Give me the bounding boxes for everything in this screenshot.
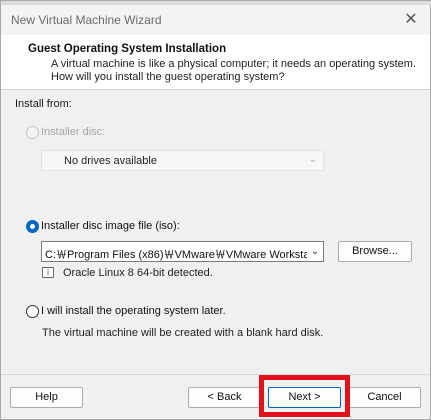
install-later-description: The virtual machine will be created with… xyxy=(42,327,324,339)
iso-image-label: Installer disc image file (iso): xyxy=(41,220,180,232)
next-button-highlight xyxy=(259,375,350,417)
cancel-button[interactable]: Cancel xyxy=(348,387,421,408)
chevron-down-icon: ⌄ xyxy=(308,154,317,165)
back-button[interactable]: < Back xyxy=(188,387,261,408)
page-title: Guest Operating System Installation xyxy=(28,43,227,55)
iso-path-value: C:￦Program Files (x86)￦VMware￦VMware Wor… xyxy=(45,249,315,261)
footer-divider xyxy=(1,374,430,375)
detected-os-text: Oracle Linux 8 64-bit detected. xyxy=(63,267,213,279)
install-later-label: I will install the operating system late… xyxy=(41,305,226,317)
page-description: A virtual machine is like a physical com… xyxy=(51,58,417,83)
install-from-label: Install from: xyxy=(15,98,72,110)
installer-disc-dropdown: No drives available ⌄ xyxy=(41,150,324,171)
info-icon: i xyxy=(42,267,54,278)
iso-path-combobox[interactable]: C:￦Program Files (x86)￦VMware￦VMware Wor… xyxy=(41,241,324,262)
wizard-window: New Virtual Machine Wizard ✕ Guest Opera… xyxy=(0,0,431,420)
wizard-header: Guest Operating System Installation A vi… xyxy=(1,35,430,90)
installer-disc-dropdown-value: No drives available xyxy=(64,155,157,167)
installer-disc-radio[interactable] xyxy=(26,126,39,139)
window-title: New Virtual Machine Wizard xyxy=(11,13,162,27)
install-later-radio[interactable] xyxy=(26,305,39,318)
browse-button[interactable]: Browse... xyxy=(338,241,412,262)
help-button[interactable]: Help xyxy=(10,387,83,408)
chevron-down-icon[interactable]: ⌄ xyxy=(307,242,323,261)
installer-disc-label: Installer disc: xyxy=(41,126,106,138)
iso-image-radio[interactable] xyxy=(26,220,39,233)
close-icon[interactable]: ✕ xyxy=(402,11,420,29)
title-bar: New Virtual Machine Wizard ✕ xyxy=(1,5,430,35)
